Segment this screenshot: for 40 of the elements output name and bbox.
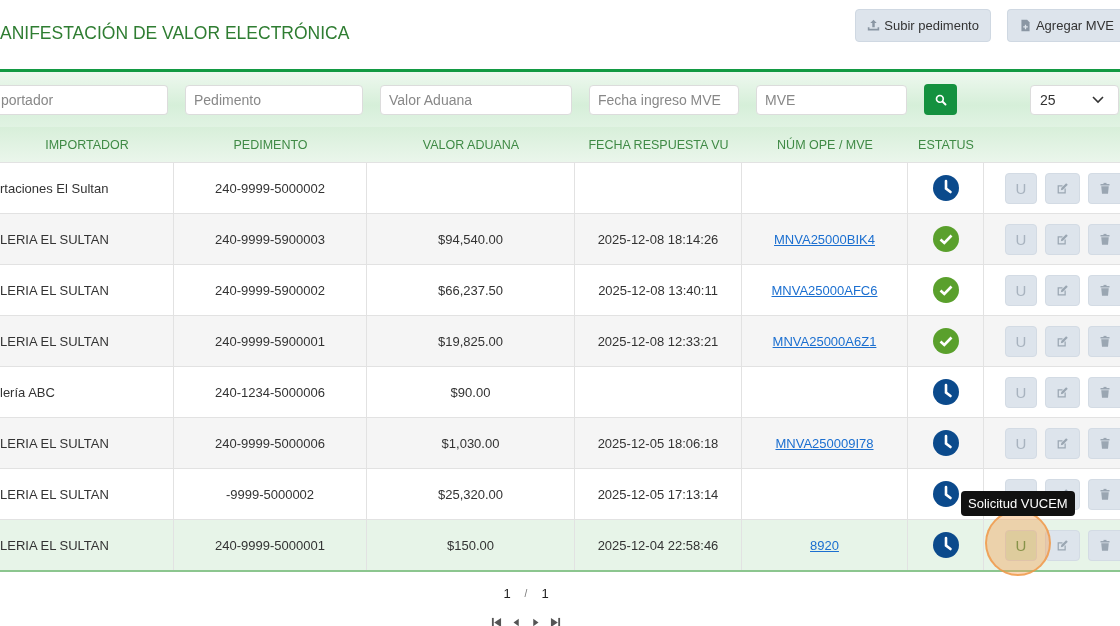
table-cell: LERIA EL SULTAN — [0, 486, 109, 502]
table-cell: 240-9999-5900002 — [215, 282, 325, 298]
current-page: 1 — [503, 586, 511, 601]
column-header: NÚM OPE / MVE — [776, 136, 874, 154]
table-cell: LERIA EL SULTAN — [0, 333, 109, 349]
column-header: VALOR ADUANA — [421, 136, 521, 154]
table-cell: $66,237.50 — [437, 282, 504, 298]
table-cell: $25,320.00 — [437, 486, 504, 502]
tooltip: Solicitud VUCEM — [961, 491, 1075, 516]
total-pages: 1 — [541, 586, 549, 601]
table-cell: $94,540.00 — [437, 231, 504, 247]
table-cell: LERIA EL SULTAN — [0, 282, 109, 298]
table-cell: $19,825.00 — [437, 333, 504, 349]
table-cell: 2025-12-05 18:06:18 — [597, 435, 719, 451]
table-cell: 240-1234-5000006 — [215, 384, 325, 400]
table-cell: LERIA EL SULTAN — [0, 537, 109, 553]
column-header: ESTATUS — [917, 136, 975, 154]
table-cell: 240-9999-5000006 — [215, 435, 325, 451]
table-cell: $1,030.00 — [441, 435, 500, 451]
table-cell: lería ABC — [0, 384, 55, 400]
table-cell: 240-9999-5900001 — [215, 333, 325, 349]
table-cell: rtaciones El Sultan — [0, 180, 109, 196]
table-cell: 2025-12-08 12:33:21 — [597, 333, 719, 349]
table-cell: LERIA EL SULTAN — [0, 231, 109, 247]
column-header: PEDIMENTO — [232, 136, 309, 154]
table-cell: $150.00 — [447, 537, 494, 553]
table-cell: 240-9999-5900003 — [215, 231, 325, 247]
table-cell: -9999-5000002 — [225, 486, 315, 502]
table-cell: 240-9999-5000002 — [215, 180, 325, 196]
table-cell: 2025-12-08 18:14:26 — [597, 231, 719, 247]
table-cell: 2025-12-05 17:13:14 — [597, 486, 719, 502]
column-header: IMPORTADOR — [44, 136, 130, 154]
page-separator: / — [524, 588, 528, 599]
page-title: ANIFESTACIÓN DE VALOR ELECTRÓNICA — [0, 23, 350, 44]
table-cell: $90.00 — [450, 384, 491, 400]
column-header: FECHA RESPUESTA VU — [587, 136, 730, 154]
table-cell: 2025-12-04 22:58:46 — [597, 537, 719, 553]
table-cell: 240-9999-5000001 — [215, 537, 325, 553]
table-cell: LERIA EL SULTAN — [0, 435, 109, 451]
table-cell: 2025-12-08 13:40:11 — [598, 282, 718, 298]
